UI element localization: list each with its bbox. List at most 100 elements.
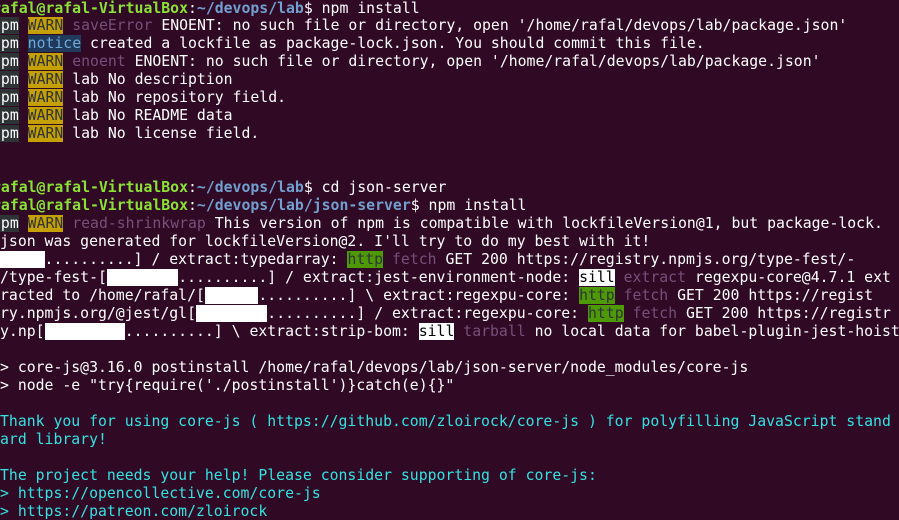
prompt-line: rafal@rafal-VirtualBox:~/devops/lab$ cd … <box>0 179 891 197</box>
sill-badge: sill <box>418 323 455 340</box>
progress-detail: GET 200 https://regist <box>668 287 874 304</box>
output-line: The project needs your help! Please cons… <box>0 467 899 485</box>
prompt-line: rafal@rafal-VirtualBox:~/devops/lab$ npm… <box>0 0 891 18</box>
prompt-command: $ npm install <box>410 197 527 214</box>
log-tag: saveError <box>72 17 153 34</box>
fetch-tag: fetch <box>623 305 678 322</box>
progress-detail: no local data for babel-plugin-jest-hois… <box>525 323 899 340</box>
log-text: lab No license field. <box>63 125 260 142</box>
warn-badge: WARN <box>27 125 64 142</box>
progress-dots: .......... <box>258 287 348 304</box>
npm-log-line: npm WARN lab No license field. <box>0 125 891 143</box>
output-text: > core-js@3.16.0 postinstall /home/rafal… <box>0 359 749 376</box>
log-text: lab No README data <box>63 107 233 124</box>
log-text: lab No repository field. <box>63 89 287 106</box>
warn-badge: WARN <box>27 107 64 124</box>
npm-log-line: npm WARN saveError ENOENT: no such file … <box>0 17 891 35</box>
npm-prefix: npm <box>0 17 19 34</box>
prompt-user: rafal@rafal-VirtualBox <box>0 179 188 196</box>
log-text: ENOENT: no such file or directory, open … <box>152 17 848 34</box>
prompt-path: ~/devops/lab <box>196 0 304 17</box>
notice-badge: notice <box>27 35 82 52</box>
log-text: ENOENT: no such file or directory, open … <box>125 53 821 70</box>
prompt-user: rafal@rafal-VirtualBox <box>0 197 188 214</box>
prompt-command: $ cd json-server <box>303 179 447 196</box>
prompt-path: ~/devops/lab <box>196 179 304 196</box>
progress-line: y.np[ ..........] \ extract:strip-bom: s… <box>0 323 899 341</box>
output-line: Thank you for using core-js ( https://gi… <box>0 413 899 431</box>
npm-prefix: npm <box>0 35 19 52</box>
output-link[interactable]: > https://opencollective.com/core-js <box>0 485 321 502</box>
prompt-path: ~/devops/lab/json-server <box>196 197 411 214</box>
prompt-user: rafal@rafal-VirtualBox <box>0 0 188 17</box>
prompt-line: rafal@rafal-VirtualBox:~/devops/lab/json… <box>0 197 891 215</box>
log-tag: enoent <box>72 53 126 70</box>
progress-text: ] / extract:jest-environment-node: <box>267 269 580 286</box>
output-line: > node -e "try{require('./postinstall')}… <box>0 377 899 395</box>
output-text: json was generated for lockfileVersion@2… <box>0 233 651 250</box>
progress-prefix: /type-fest-[ <box>0 269 107 286</box>
progress-line: racted to /home/rafal/[ ..........] \ ex… <box>0 287 899 305</box>
warn-badge: WARN <box>27 215 64 232</box>
npm-prefix: npm <box>0 53 19 70</box>
progress-text: ] \ extract:strip-bom: <box>213 323 419 340</box>
npm-prefix: npm <box>0 107 19 124</box>
warn-badge: WARN <box>27 53 64 70</box>
progress-detail: GET 200 https://registry.npmjs.org/type-… <box>436 251 856 268</box>
fetch-tag: fetch <box>614 287 669 304</box>
warn-badge: WARN <box>27 17 64 34</box>
progress-dots: .......... <box>267 305 357 322</box>
progress-prefix: y.np[ <box>0 323 45 340</box>
output-line: ard library! <box>0 431 899 449</box>
output-text: The project needs your help! Please cons… <box>0 467 597 484</box>
log-text: created a lockfile as package-lock.json.… <box>81 35 705 52</box>
npm-log-line: npm WARN read-shrinkwrap This version of… <box>0 215 891 233</box>
http-badge: http <box>588 305 624 322</box>
progress-text: ] / extract:typedarray: <box>133 251 348 268</box>
prompt-colon: : <box>188 0 197 17</box>
link-line[interactable]: > https://patreon.com/zloirock <box>0 503 899 520</box>
output-text: > node -e "try{require('./postinstall')}… <box>0 377 455 394</box>
npm-prefix: npm <box>0 89 19 106</box>
npm-log-line: npm WARN enoent ENOENT: no such file or … <box>0 53 891 71</box>
prompt-colon: : <box>188 197 197 214</box>
progress-line: ry.npmjs.org/@jest/gl[ ..........] / ext… <box>0 305 899 323</box>
output-line: > core-js@3.16.0 postinstall /home/rafal… <box>0 359 899 377</box>
progress-detail: GET 200 https://registr <box>677 305 891 322</box>
log-tag: read-shrinkwrap <box>72 215 206 232</box>
progress-text: ] \ extract:regexpu-core: <box>347 287 580 304</box>
sill-badge: sill <box>579 269 615 286</box>
progress-bar-redacted <box>0 251 45 268</box>
prompt-colon: : <box>188 179 197 196</box>
progress-dots: .......... <box>124 323 214 340</box>
progress-text: ] / extract:regexpu-core: <box>356 305 588 322</box>
npm-log-line: npm WARN lab No README data <box>0 107 891 125</box>
warn-badge: WARN <box>27 71 64 88</box>
progress-bar-redacted <box>44 323 125 340</box>
progress-detail: regexpu-core@4.7.1 ext <box>686 269 891 286</box>
progress-prefix: ry.npmjs.org/@jest/gl[ <box>0 305 196 322</box>
extract-tag: extract <box>614 269 686 286</box>
npm-log-line: npm notice created a lockfile as package… <box>0 35 891 53</box>
http-badge: http <box>579 287 615 304</box>
npm-log-line: npm WARN lab No description <box>0 71 891 89</box>
progress-line: ..........] / extract:typedarray: http f… <box>0 251 899 269</box>
fetch-tag: fetch <box>383 251 437 268</box>
progress-dots: .......... <box>44 251 134 268</box>
output-line: json was generated for lockfileVersion@2… <box>0 233 899 251</box>
progress-bar-redacted <box>196 305 268 322</box>
progress-bar-redacted <box>106 269 179 286</box>
link-line[interactable]: > https://opencollective.com/core-js <box>0 485 899 503</box>
npm-log-line: npm WARN lab No repository field. <box>0 89 891 107</box>
progress-dots: .......... <box>178 269 268 286</box>
log-text: This version of npm is compatible with l… <box>205 215 883 232</box>
output-text: Thank you for using core-js ( https://gi… <box>0 413 891 430</box>
output-link[interactable]: > https://patreon.com/zloirock <box>0 503 267 520</box>
progress-prefix: racted to /home/rafal/[ <box>0 287 205 304</box>
progress-bar-redacted <box>204 287 259 304</box>
http-badge: http <box>347 251 384 268</box>
tarball-tag: tarball <box>454 323 526 340</box>
npm-prefix: npm <box>0 71 19 88</box>
output-text: ard library! <box>0 431 107 448</box>
terminal-window[interactable]: rafal@rafal-VirtualBox:~/devops/lab$ npm… <box>0 0 899 520</box>
